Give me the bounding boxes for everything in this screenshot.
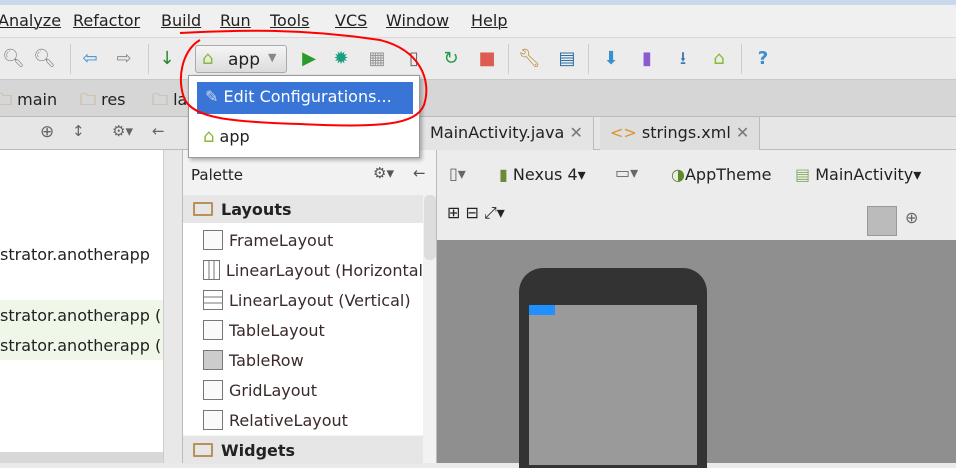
annotation-ellipse [179,29,428,127]
red-annotation [179,29,428,127]
